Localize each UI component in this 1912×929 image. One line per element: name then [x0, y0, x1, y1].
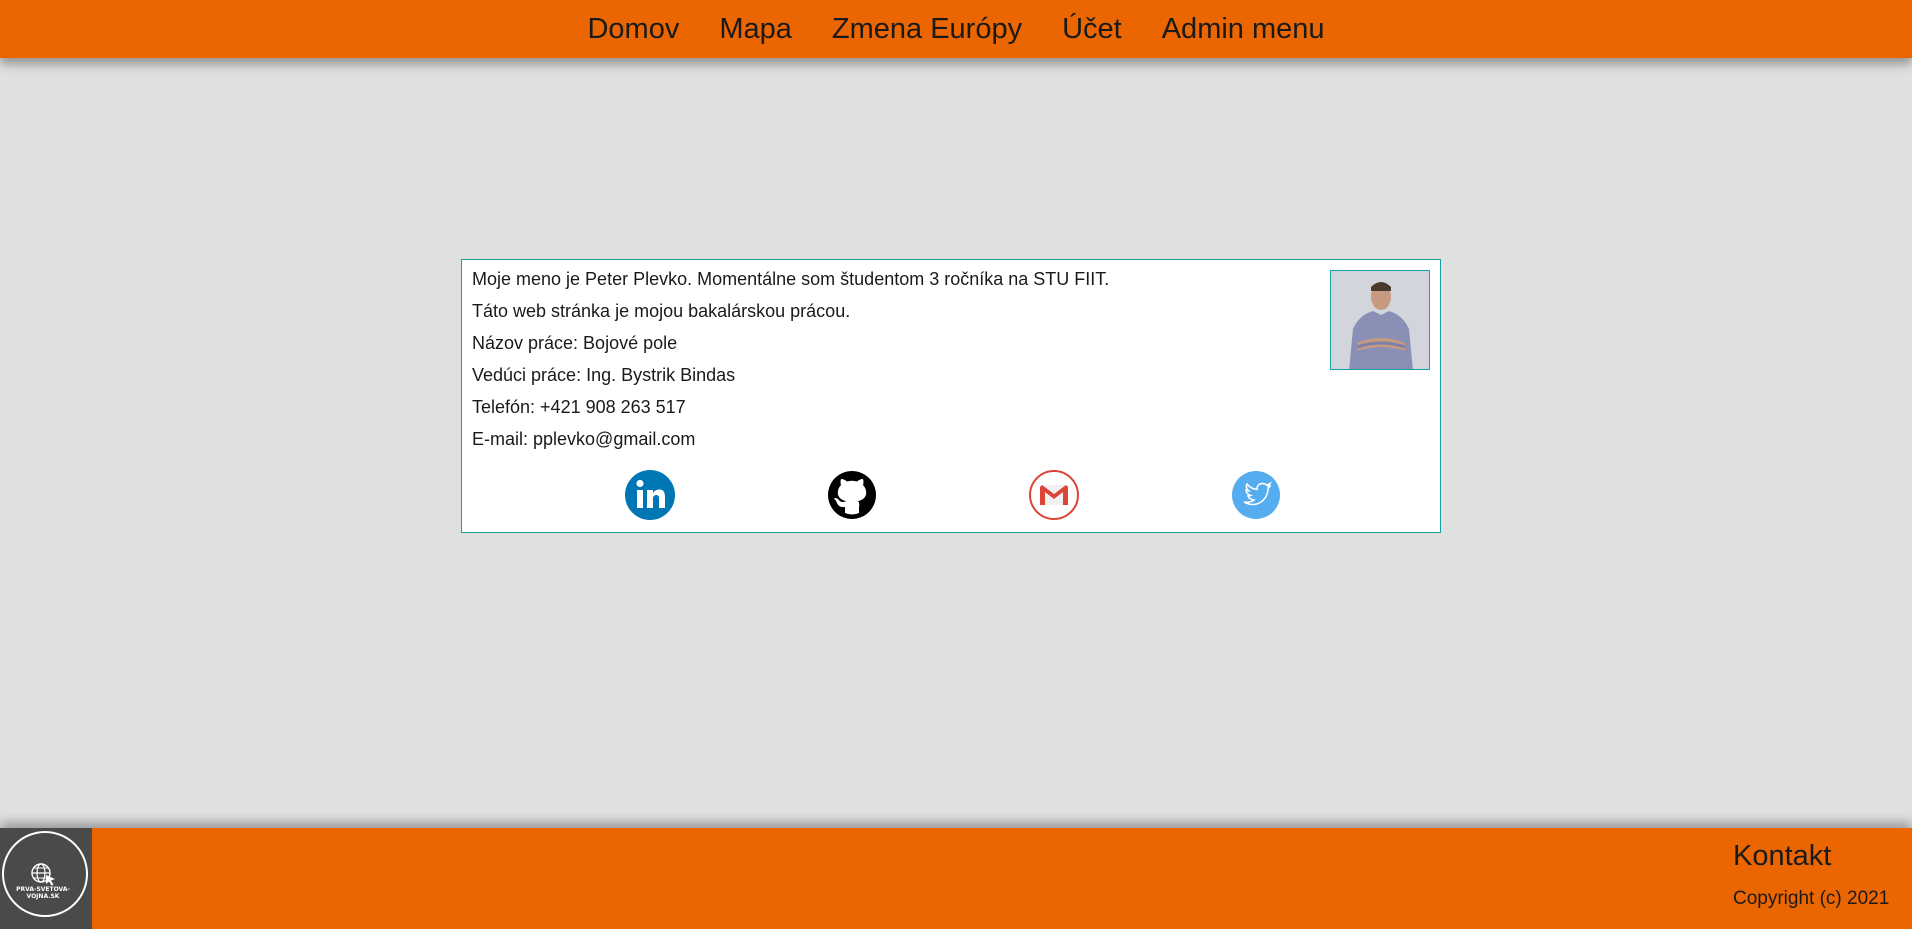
globe-icon — [31, 863, 55, 886]
phone-text: Telefón: +421 908 263 517 — [472, 397, 686, 417]
github-icon[interactable] — [826, 469, 878, 521]
site-logo[interactable]: PRVA-SVETOVA-VOJNA.SK — [0, 828, 92, 929]
nav-item-admin-menu[interactable]: Admin menu — [1162, 0, 1325, 58]
nav-item-domov[interactable]: Domov — [587, 0, 679, 58]
top-navigation: Domov Mapa Zmena Európy Účet Admin menu — [0, 0, 1912, 58]
thesis-title-text: Názov práce: Bojové pole — [472, 333, 678, 353]
supervisor-text: Vedúci práce: Ing. Bystrik Bindas — [472, 365, 736, 385]
twitter-icon[interactable] — [1230, 469, 1282, 521]
linkedin-icon[interactable] — [624, 469, 676, 521]
nav-item-zmena-europy[interactable]: Zmena Európy — [832, 0, 1022, 58]
nav-item-mapa[interactable]: Mapa — [719, 0, 792, 58]
profile-photo — [1330, 270, 1430, 370]
copyright-text: Copyright (c) 2021 — [1733, 888, 1890, 909]
logo-text: PRVA-SVETOVA-VOJNA.SK — [16, 886, 70, 900]
gmail-icon[interactable] — [1028, 469, 1080, 521]
intro-text: Moje meno je Peter Plevko. Momentálne so… — [472, 269, 1110, 289]
contact-link[interactable]: Kontakt — [1733, 840, 1831, 873]
footer: PRVA-SVETOVA-VOJNA.SK Kontakt Copyright … — [0, 828, 1912, 929]
nav-item-ucet[interactable]: Účet — [1062, 0, 1122, 58]
thesis-text: Táto web stránka je mojou bakalárskou pr… — [472, 301, 851, 321]
email-text: E-mail: pplevko@gmail.com — [472, 429, 696, 449]
about-card: Moje meno je Peter Plevko. Momentálne so… — [461, 259, 1441, 533]
